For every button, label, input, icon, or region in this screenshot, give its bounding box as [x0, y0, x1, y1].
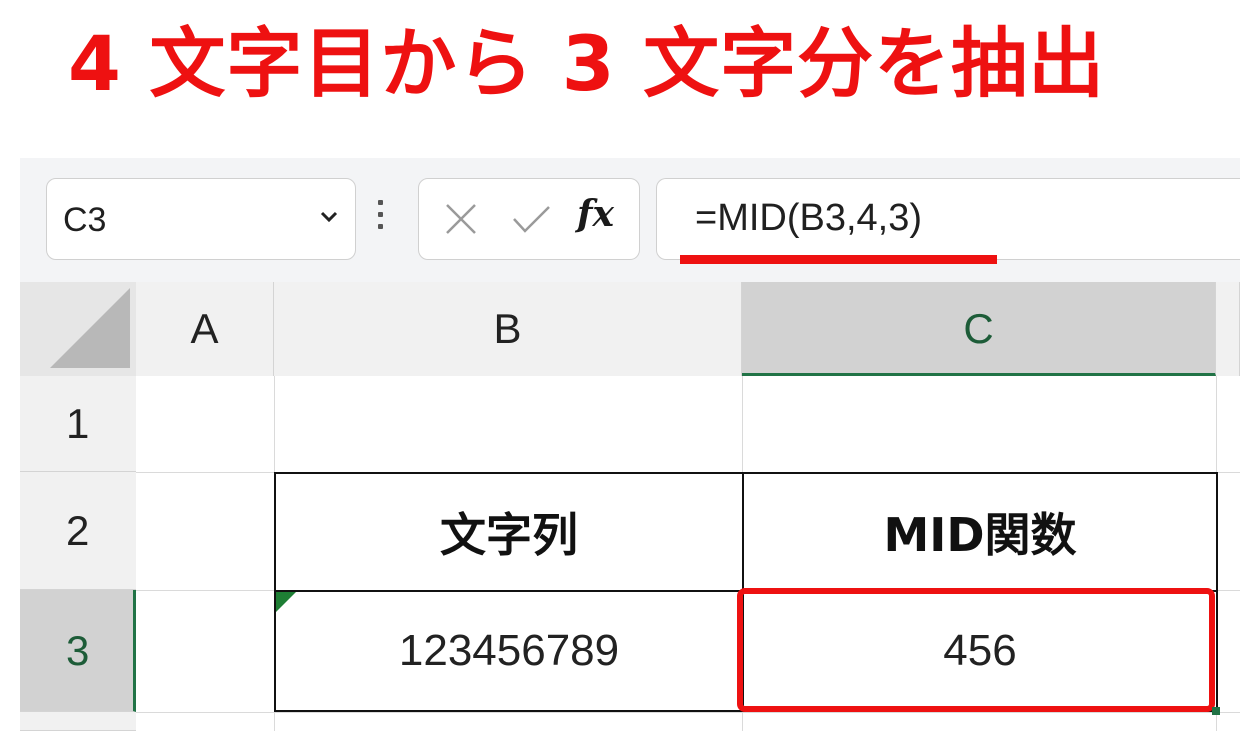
column-header-b[interactable]: B — [274, 282, 742, 376]
chevron-down-icon[interactable] — [317, 205, 341, 229]
insert-function-button[interactable]: fx — [577, 193, 614, 235]
select-all-triangle-icon — [50, 288, 130, 368]
number-as-text-indicator-icon[interactable] — [276, 592, 296, 612]
cell-c2[interactable]: MID関数 — [744, 474, 1216, 590]
cancel-icon[interactable] — [441, 199, 481, 239]
column-header-c[interactable]: C — [742, 282, 1216, 376]
fill-handle[interactable] — [1212, 707, 1220, 715]
name-box[interactable]: C3 — [46, 178, 356, 260]
formula-actions: fx — [418, 178, 640, 260]
column-header-d[interactable] — [1216, 282, 1240, 376]
row-header-2[interactable]: 2 — [20, 472, 136, 590]
select-all-corner[interactable] — [20, 282, 136, 376]
spreadsheet-window: C3 fx =MID(B3,4,3) A B C 1 2 3 文字列 MID関数… — [20, 158, 1240, 731]
row-header-4[interactable] — [20, 712, 136, 731]
name-box-value: C3 — [63, 201, 107, 239]
formula-input[interactable]: =MID(B3,4,3) — [656, 178, 1240, 260]
formula-bar: C3 fx =MID(B3,4,3) — [20, 158, 1240, 282]
formula-red-underline — [680, 255, 997, 264]
enter-check-icon[interactable] — [511, 199, 551, 239]
page-headline: 4 文字目から 3 文字分を抽出 — [68, 19, 1106, 108]
cell-b3[interactable]: 123456789 — [276, 592, 742, 710]
row-header-3[interactable]: 3 — [20, 590, 136, 712]
selected-cell-highlight — [737, 588, 1215, 712]
row-header-1[interactable]: 1 — [20, 376, 136, 472]
column-header-a[interactable]: A — [136, 282, 274, 376]
more-options-icon[interactable] — [378, 200, 384, 240]
gridline — [136, 712, 1240, 713]
cell-b2[interactable]: 文字列 — [276, 474, 742, 590]
formula-text: =MID(B3,4,3) — [695, 197, 923, 239]
